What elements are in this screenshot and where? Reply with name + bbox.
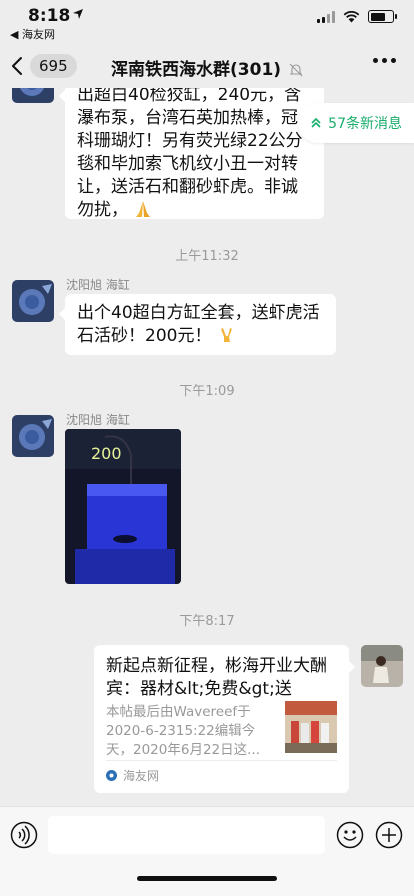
my-avatar[interactable]: [361, 645, 403, 687]
link-description: 本帖最后由Wavereef于2020-6-2315:22编辑今天，2020年6月…: [106, 704, 260, 758]
input-bar: [0, 806, 414, 896]
new-messages-label: 57条新消息: [328, 116, 402, 132]
timestamp: 下午1:09: [179, 384, 235, 399]
site-logo-icon: [106, 770, 117, 781]
location-arrow-icon: [73, 9, 83, 19]
sender-name: 沈阳旭 海缸: [66, 278, 130, 292]
wifi-icon: [343, 10, 360, 22]
link-divider: [106, 760, 337, 761]
avatar[interactable]: [12, 415, 54, 457]
double-up-arrow-icon: [311, 117, 321, 128]
timestamp: 下午8:17: [179, 614, 235, 629]
home-indicator: [137, 876, 277, 881]
cellular-signal-icon: [317, 10, 335, 23]
message-bubble[interactable]: 出个40超白方缸全套，送虾虎活石活砂！200元！: [59, 294, 336, 355]
link-source-name: 海友网: [123, 769, 160, 783]
message-bubble[interactable]: 出超白40检狡缸，240元，含瀑布泵，台湾石英加热棒，冠科珊瑚灯！另有荧光绿22…: [59, 88, 324, 220]
message-photo[interactable]: 200: [65, 429, 181, 584]
link-thumbnail: [285, 701, 337, 753]
emoji-icon[interactable]: [336, 821, 364, 849]
plus-icon[interactable]: [375, 821, 403, 849]
battery-icon: [368, 10, 397, 23]
group-name: 浑南铁西海水群(301): [111, 60, 282, 80]
status-icons: [317, 10, 397, 23]
photo-writing: 200: [91, 444, 122, 463]
pray-emoji-icon: [136, 201, 151, 217]
avatar[interactable]: [12, 280, 54, 322]
link-source: 海友网: [106, 767, 159, 784]
voice-icon[interactable]: [10, 821, 38, 849]
bell-off-icon: [289, 63, 303, 77]
link-card[interactable]: 新起点新征程，彬海开业大酬宾：器材&lt;免费&gt;送 本帖最后由Wavere…: [94, 645, 355, 793]
more-button[interactable]: [373, 58, 396, 63]
new-messages-banner[interactable]: 57条新消息: [298, 103, 414, 143]
link-title: 新起点新征程，彬海开业大酬宾：器材&lt;免费&gt;送: [106, 656, 327, 699]
message-text: 出个40超白方缸全套，送虾虎活石活砂！200元！: [77, 303, 320, 346]
timestamp: 上午11:32: [175, 249, 239, 264]
message-input[interactable]: [48, 816, 325, 854]
victory-hand-emoji-icon: [220, 328, 232, 342]
message-text: 出超白40检狡缸，240元，含瀑布泵，台湾石英加热棒，冠科珊瑚灯！另有荧光绿22…: [77, 88, 303, 220]
nav-bar: 695 浑南铁西海水群(301): [0, 44, 414, 88]
chat-title: 浑南铁西海水群(301): [0, 55, 414, 80]
sender-name: 沈阳旭 海缸: [66, 413, 130, 427]
status-bar: 8:18 ◀ 海友网: [0, 0, 414, 44]
avatar[interactable]: [12, 88, 54, 103]
status-time: 8:18: [28, 6, 71, 26]
back-to-app-link[interactable]: ◀ 海友网: [10, 26, 55, 42]
chat-area[interactable]: 出超白40检狡缸，240元，含瀑布泵，台湾石英加热棒，冠科珊瑚灯！另有荧光绿22…: [0, 88, 414, 806]
